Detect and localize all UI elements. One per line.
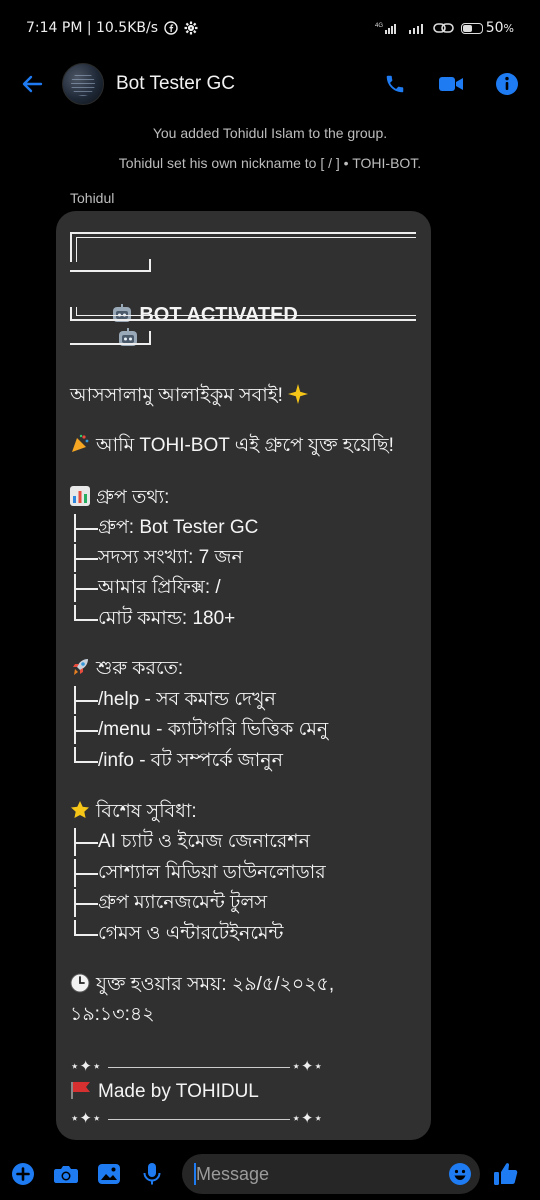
sparkle-star-icon <box>288 384 309 404</box>
info-button[interactable] <box>494 71 520 97</box>
battery-indicator: 50% <box>460 20 514 36</box>
feature-item: AI চ্যাট ও ইমেজ জেনারেশন <box>70 828 310 856</box>
group-info-members: সদস্য সংখ্যা: 7 জন <box>98 547 243 568</box>
greeting-line: আসসালামু আলাইকুম সবাই! <box>70 384 309 408</box>
add-button[interactable] <box>10 1161 36 1187</box>
microphone-icon <box>143 1163 161 1185</box>
battery-percent: 50 <box>485 20 504 36</box>
thumbs-up-icon <box>494 1163 518 1185</box>
chat-title[interactable]: Bot Tester GC <box>116 73 235 95</box>
joined-text: আমি TOHI-BOT এই গ্রুপে যুক্ত হয়েছি! <box>96 435 394 456</box>
feature-ai: AI চ্যাট ও ইমেজ জেনারেশন <box>98 831 310 852</box>
start-item-info: /info - বট সম্পর্কে জানুন <box>98 750 283 771</box>
network-type-label: 4G <box>375 23 383 29</box>
start-item: /info - বট সম্পর্কে জানুন <box>70 747 283 773</box>
joined-time-1: যুক্ত হওয়ার সময়: ২৯/৫/২০২৫, <box>96 974 335 995</box>
star-icon <box>71 801 89 818</box>
messenger-chat-screen: 7:14 PM | 10.5KB/s 4G 50% Bot Tester GC … <box>0 0 540 1200</box>
settings-gear-icon <box>184 21 198 35</box>
status-time: 7:14 PM | 10.5KB/s <box>26 20 158 36</box>
voice-call-button[interactable] <box>382 71 408 97</box>
like-button[interactable] <box>492 1160 520 1188</box>
group-info-item: মোট কমান্ড: 180+ <box>70 605 236 631</box>
system-message-nickname: Tohidul set his own nickname to [ / ] • … <box>118 155 422 171</box>
plus-circle-icon <box>12 1163 34 1185</box>
message-bubble[interactable]: BOT ACTIVATED আসসালামু আলাইকুম সবাই! আমি… <box>56 211 431 1140</box>
sparkle-divider-top: ⋆✦⋆ ⋆✦⋆ <box>70 1058 323 1075</box>
start-heading-line: শুরু করতে: <box>70 657 183 681</box>
start-item: /help - সব কমান্ড দেখুন <box>70 686 276 714</box>
start-heading: শুরু করতে: <box>96 658 184 679</box>
feature-item: সোশ্যাল মিডিয়া ডাউনলোডার <box>70 859 326 887</box>
signal-4g-icon: 4G <box>375 23 396 34</box>
frame-bottom-right-stub <box>70 331 151 345</box>
group-info-heading: গ্রুপ তথ্য: <box>96 487 170 508</box>
group-info-item: সদস্য সংখ্যা: 7 জন <box>70 544 243 572</box>
chat-header: Bot Tester GC <box>0 56 540 112</box>
link-icon <box>432 23 454 33</box>
status-bar: 7:14 PM | 10.5KB/s 4G 50% <box>0 0 540 56</box>
group-info-heading-line: গ্রুপ তথ্য: <box>70 486 169 510</box>
group-info-commands: মোট কমান্ড: 180+ <box>98 608 236 629</box>
frame-top-right-stub <box>70 259 151 272</box>
feature-item: গেমস ও এন্টারটেইনমেন্ট <box>70 920 284 946</box>
joined-time-line: যুক্ত হওয়ার সময়: ২৯/৫/২০২৫, <box>70 973 334 997</box>
feature-downloader: সোশ্যাল মিডিয়া ডাউনলোডার <box>98 862 326 883</box>
battery-fill <box>462 24 472 32</box>
phone-icon <box>386 75 404 93</box>
credit-text: Made by TOHIDUL <box>98 1081 259 1102</box>
message-input-wrapper <box>182 1154 480 1194</box>
info-icon <box>496 73 518 95</box>
signal-bars-icon <box>408 24 423 34</box>
credit-line: Made by TOHIDUL <box>70 1080 259 1104</box>
message-composer <box>0 1148 540 1200</box>
back-button[interactable] <box>16 68 48 100</box>
message-input[interactable] <box>194 1162 438 1186</box>
video-camera-icon <box>439 77 463 91</box>
group-info-name: গ্রুপ: Bot Tester GC <box>98 517 259 538</box>
battery-unit: % <box>503 22 514 35</box>
start-item-help: /help - সব কমান্ড দেখুন <box>98 689 276 710</box>
group-avatar[interactable] <box>62 63 104 105</box>
camera-icon <box>54 1166 78 1183</box>
text-caret <box>194 1163 196 1185</box>
clock-icon <box>70 973 90 993</box>
feature-games: গেমস ও এন্টারটেইনমেন্ট <box>98 923 284 944</box>
rocket-icon <box>73 659 88 675</box>
sender-name: Tohidul <box>70 190 115 206</box>
group-info-item: গ্রুপ: Bot Tester GC <box>70 514 259 542</box>
party-popper-icon <box>72 434 89 452</box>
system-message-added: You added Tohidul Islam to the group. <box>152 125 388 141</box>
voice-record-button[interactable] <box>139 1161 165 1187</box>
bot-title-line: BOT ACTIVATED <box>78 279 298 375</box>
frame-bottom-inner <box>76 307 416 316</box>
sparkle-divider-bottom: ⋆✦⋆ ⋆✦⋆ <box>70 1110 323 1127</box>
bar-chart-icon <box>70 486 90 506</box>
greeting-text: আসসালামু আলাইকুম সবাই! <box>70 385 283 406</box>
start-item-menu: /menu - ক্যাটাগরি ভিত্তিক মেনু <box>98 719 329 740</box>
video-call-button[interactable] <box>438 71 464 97</box>
joined-line: আমি TOHI-BOT এই গ্রুপে যুক্ত হয়েছি! <box>70 434 394 458</box>
camera-button[interactable] <box>53 1161 79 1187</box>
start-item: /menu - ক্যাটাগরি ভিত্তিক মেনু <box>70 716 329 744</box>
feature-management: গ্রুপ ম্যানেজমেন্ট টুলস <box>98 892 268 913</box>
joined-time-2: ১৯:১৩:৪২ <box>70 1004 155 1025</box>
group-info-item: আমার প্রিফিক্স: / <box>70 574 221 602</box>
emoji-icon[interactable] <box>448 1162 472 1186</box>
facebook-notification-icon <box>164 21 178 35</box>
back-arrow-icon <box>22 75 43 93</box>
group-info-prefix: আমার প্রিফিক্স: / <box>98 577 221 598</box>
features-heading: বিশেষ সুবিধা: <box>96 801 197 822</box>
red-flag-icon <box>71 1082 90 1099</box>
feature-item: গ্রুপ ম্যানেজমেন্ট টুলস <box>70 889 268 917</box>
features-heading-line: বিশেষ সুবিধা: <box>70 800 197 824</box>
gallery-button[interactable] <box>96 1161 122 1187</box>
image-icon <box>98 1164 120 1184</box>
